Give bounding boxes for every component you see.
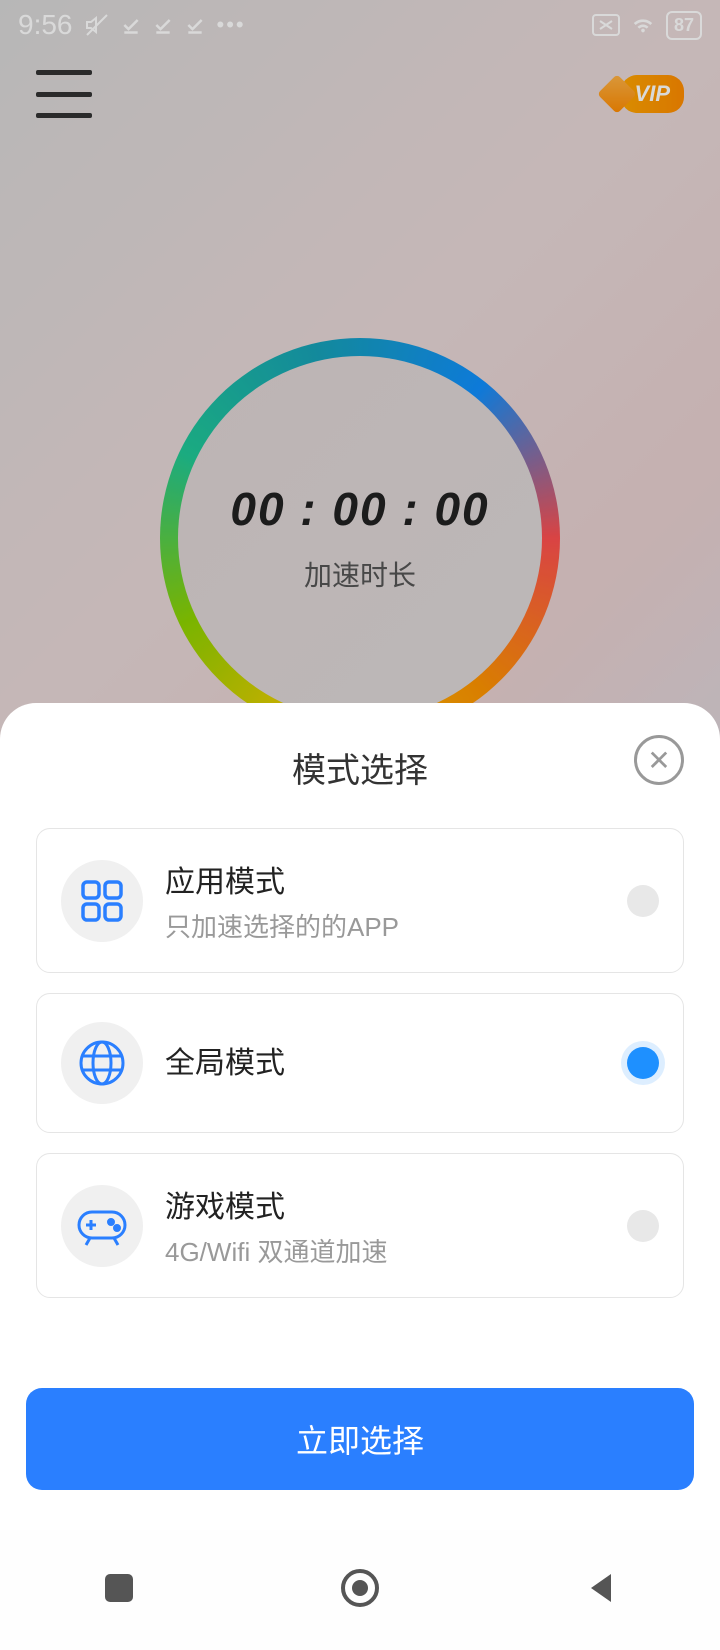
circle-icon bbox=[339, 1567, 381, 1609]
mode-text: 全局模式 bbox=[165, 1038, 605, 1088]
mode-option-global[interactable]: 全局模式 bbox=[36, 993, 684, 1133]
global-mode-icon-wrap bbox=[61, 1022, 143, 1104]
mode-select-sheet: 模式选择 ✕ 应用模式 只加速选择的的APP bbox=[0, 703, 720, 1530]
nav-back-button[interactable] bbox=[583, 1570, 619, 1611]
close-icon: ✕ bbox=[647, 744, 670, 777]
triangle-back-icon bbox=[583, 1570, 619, 1606]
close-button[interactable]: ✕ bbox=[634, 735, 684, 785]
mode-text: 应用模式 只加速选择的的APP bbox=[165, 857, 605, 944]
square-icon bbox=[101, 1570, 137, 1606]
sheet-title: 模式选择 bbox=[292, 743, 428, 792]
mode-title: 游戏模式 bbox=[165, 1182, 605, 1226]
nav-recent-button[interactable] bbox=[101, 1570, 137, 1611]
mode-option-app[interactable]: 应用模式 只加速选择的的APP bbox=[36, 828, 684, 973]
radio-unselected[interactable] bbox=[627, 885, 659, 917]
mode-title: 全局模式 bbox=[165, 1038, 605, 1082]
radio-selected[interactable] bbox=[627, 1047, 659, 1079]
mode-option-game[interactable]: 游戏模式 4G/Wifi 双通道加速 bbox=[36, 1153, 684, 1298]
radio-unselected[interactable] bbox=[627, 1210, 659, 1242]
app-mode-icon-wrap bbox=[61, 860, 143, 942]
sheet-header: 模式选择 ✕ bbox=[0, 703, 720, 828]
mode-subtitle: 4G/Wifi 双通道加速 bbox=[165, 1232, 605, 1269]
confirm-button[interactable]: 立即选择 bbox=[26, 1388, 694, 1490]
globe-icon bbox=[78, 1039, 126, 1087]
mode-list: 应用模式 只加速选择的的APP 全局模式 bbox=[0, 828, 720, 1298]
confirm-label: 立即选择 bbox=[296, 1423, 424, 1459]
mode-text: 游戏模式 4G/Wifi 双通道加速 bbox=[165, 1182, 605, 1269]
mode-title: 应用模式 bbox=[165, 857, 605, 901]
gamepad-icon bbox=[76, 1204, 128, 1248]
game-mode-icon-wrap bbox=[61, 1185, 143, 1267]
system-nav-bar bbox=[0, 1530, 720, 1650]
mode-subtitle: 只加速选择的的APP bbox=[165, 907, 605, 944]
apps-icon bbox=[80, 879, 124, 923]
nav-home-button[interactable] bbox=[339, 1567, 381, 1614]
